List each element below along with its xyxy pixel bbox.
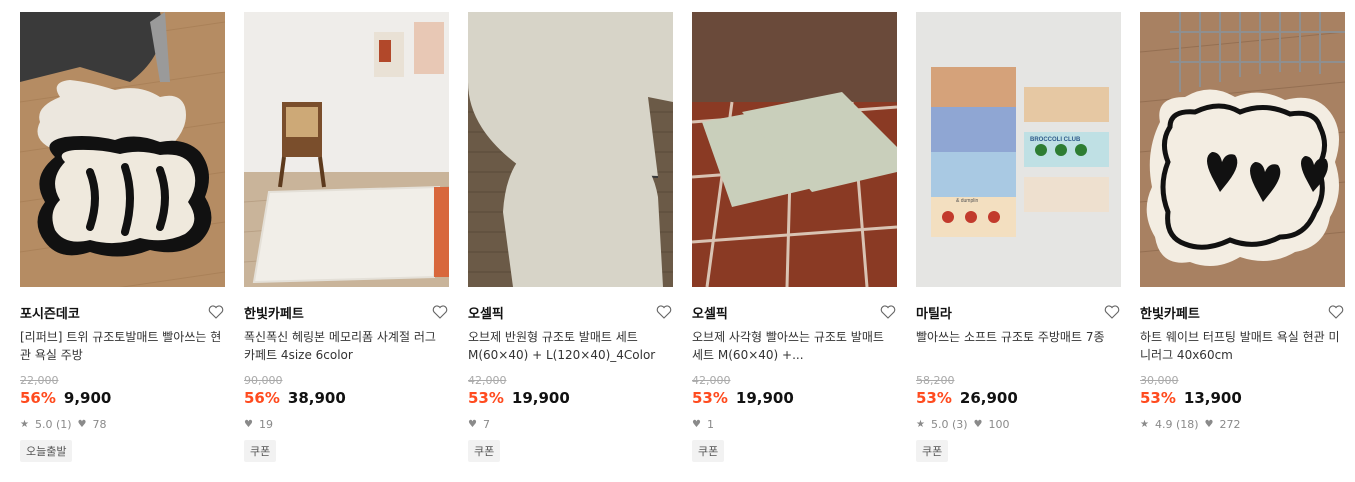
brand-name[interactable]: 한빛카페트 [244, 303, 304, 322]
heart-outline-icon[interactable] [207, 303, 225, 321]
heart-outline-icon[interactable] [655, 303, 673, 321]
like-count: 7 [482, 417, 490, 431]
sale-price: 13,900 [1183, 389, 1242, 407]
original-price: 58,200 [916, 374, 955, 387]
product-image[interactable]: BROCCOLI CLUB & dumplin [916, 12, 1121, 287]
heart-filled-icon: ♥ [244, 418, 253, 430]
product-card[interactable]: 한빛카페트 폭신폭신 헤링본 메모리폼 사계절 러그 카페트 4size 6co… [244, 12, 449, 462]
star-icon: ★ [20, 418, 29, 430]
mat-print-text: BROCCOLI CLUB [1030, 137, 1081, 143]
product-image[interactable] [244, 12, 449, 287]
like-count: 272 [1219, 417, 1241, 431]
heart-outline-icon[interactable] [431, 303, 449, 321]
delivery-badge: 오늘출발 [20, 440, 73, 462]
like-count: 19 [258, 417, 273, 431]
product-title[interactable]: [리퍼브] 트위 규조토발매트 빨아쓰는 현관 욕실 주방 [20, 328, 225, 364]
original-price: 22,000 [20, 374, 59, 387]
product-card[interactable]: 한빛카페트 하트 웨이브 터프팅 발매트 욕실 현관 미니러그 40x60cm … [1140, 12, 1345, 462]
product-title[interactable]: 하트 웨이브 터프팅 발매트 욕실 현관 미니러그 40x60cm [1140, 328, 1345, 364]
discount-rate: 53% [468, 389, 504, 407]
discount-rate: 56% [20, 389, 56, 407]
rating: 5.0 (1) [34, 417, 72, 431]
original-price: 30,000 [1140, 374, 1179, 387]
heart-outline-icon[interactable] [1103, 303, 1121, 321]
product-meta: ♥ 7 [468, 417, 673, 431]
coupon-badge: 쿠폰 [692, 440, 725, 462]
product-title[interactable]: 오브제 반원형 규조토 발매트 세트 M(60×40) + L(120×40)_… [468, 328, 673, 364]
heart-filled-icon: ♥ [1204, 418, 1214, 430]
product-card[interactable]: 포시즌데코 [리퍼브] 트위 규조토발매트 빨아쓰는 현관 욕실 주방 22,0… [20, 12, 225, 462]
star-icon: ★ [916, 418, 925, 430]
discount-rate: 53% [692, 389, 728, 407]
coupon-badge: 쿠폰 [244, 440, 277, 462]
product-image[interactable] [20, 12, 225, 287]
product-title[interactable]: 오브제 사각형 빨아쓰는 규조토 발매트 세트 M(60×40) +... [692, 328, 897, 364]
brand-name[interactable]: 한빛카페트 [1140, 303, 1200, 322]
sale-price: 38,900 [287, 389, 346, 407]
sale-price: 9,900 [63, 389, 112, 407]
original-price: 90,000 [244, 374, 283, 387]
heart-outline-icon[interactable] [879, 303, 897, 321]
product-card[interactable]: 오셀픽 오브제 사각형 빨아쓰는 규조토 발매트 세트 M(60×40) +..… [692, 12, 897, 462]
product-image[interactable] [1140, 12, 1345, 287]
like-count: 1 [706, 417, 714, 431]
mat-print-text: & dumplin [956, 198, 978, 204]
sale-price: 19,900 [735, 389, 794, 407]
discount-rate: 53% [916, 389, 952, 407]
like-count: 100 [988, 417, 1010, 431]
brand-name[interactable]: 오셀픽 [692, 303, 728, 322]
heart-filled-icon: ♥ [973, 418, 983, 430]
original-price: 42,000 [692, 374, 731, 387]
discount-rate: 56% [244, 389, 280, 407]
product-meta: ♥ 1 [692, 417, 897, 431]
coupon-badge: 쿠폰 [468, 440, 501, 462]
coupon-badge: 쿠폰 [916, 440, 949, 462]
star-icon: ★ [1140, 418, 1149, 430]
product-image[interactable] [692, 12, 897, 287]
product-title[interactable]: 빨아쓰는 소프트 규조토 주방매트 7종 [916, 328, 1121, 364]
like-count: 78 [92, 417, 107, 431]
product-grid: 포시즌데코 [리퍼브] 트위 규조토발매트 빨아쓰는 현관 욕실 주방 22,0… [20, 12, 1345, 462]
product-card[interactable]: 오셀픽 오브제 반원형 규조토 발매트 세트 M(60×40) + L(120×… [468, 12, 673, 462]
product-card[interactable]: BROCCOLI CLUB & dumplin 마틸라 빨아쓰는 소프트 규조토… [916, 12, 1121, 462]
product-meta: ★ 4.9 (18) ♥ 272 [1140, 417, 1345, 431]
sale-price: 19,900 [511, 389, 570, 407]
heart-filled-icon: ♥ [77, 418, 87, 430]
brand-name[interactable]: 포시즌데코 [20, 303, 80, 322]
rating: 4.9 (18) [1154, 417, 1199, 431]
product-meta: ★ 5.0 (3) ♥ 100 [916, 417, 1121, 431]
discount-rate: 53% [1140, 389, 1176, 407]
product-title[interactable]: 폭신폭신 헤링본 메모리폼 사계절 러그 카페트 4size 6color [244, 328, 449, 364]
brand-name[interactable]: 오셀픽 [468, 303, 504, 322]
rating: 5.0 (3) [930, 417, 968, 431]
heart-outline-icon[interactable] [1327, 303, 1345, 321]
heart-filled-icon: ♥ [468, 418, 477, 430]
brand-name[interactable]: 마틸라 [916, 303, 952, 322]
heart-filled-icon: ♥ [692, 418, 701, 430]
product-meta: ★ 5.0 (1) ♥ 78 [20, 417, 225, 431]
original-price: 42,000 [468, 374, 507, 387]
product-meta: ♥ 19 [244, 417, 449, 431]
product-image[interactable] [468, 12, 673, 287]
sale-price: 26,900 [959, 389, 1018, 407]
